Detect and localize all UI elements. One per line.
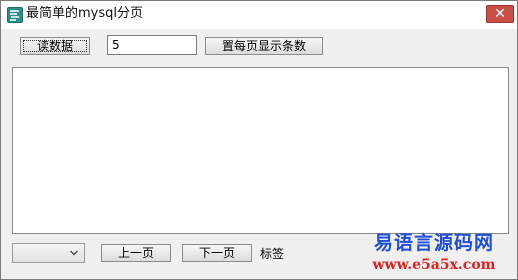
site-watermark: 易语言源码网 www.e5a5x.com (359, 232, 509, 278)
chevron-down-icon (70, 250, 78, 256)
watermark-url: www.e5a5x.com (372, 257, 496, 273)
close-icon: ✕ (494, 6, 506, 22)
read-data-label: 读数据 (36, 39, 73, 53)
tag-label: 标签 (260, 247, 285, 261)
read-data-button[interactable]: 读数据 (20, 37, 90, 55)
set-per-page-button[interactable]: 置每页显示条数 (205, 37, 323, 55)
window-title: 最简单的mysql分页 (26, 6, 143, 21)
next-page-label: 下一页 (198, 246, 235, 260)
next-page-button[interactable]: 下一页 (182, 244, 252, 262)
app-icon (7, 7, 23, 23)
set-per-page-label: 置每页显示条数 (221, 39, 306, 53)
title-bar[interactable]: 最简单的mysql分页 ✕ (1, 1, 517, 29)
prev-page-label: 上一页 (117, 246, 154, 260)
per-page-input[interactable]: 5 (107, 35, 197, 55)
main-window: 最简单的mysql分页 ✕ 读数据 5 置每页显示条数 上一页 下一页 标签 易… (0, 0, 518, 280)
results-textbox[interactable] (12, 67, 509, 234)
close-button[interactable]: ✕ (486, 5, 514, 23)
page-select[interactable] (12, 243, 85, 263)
watermark-title: 易语言源码网 (373, 232, 494, 254)
prev-page-button[interactable]: 上一页 (101, 244, 171, 262)
